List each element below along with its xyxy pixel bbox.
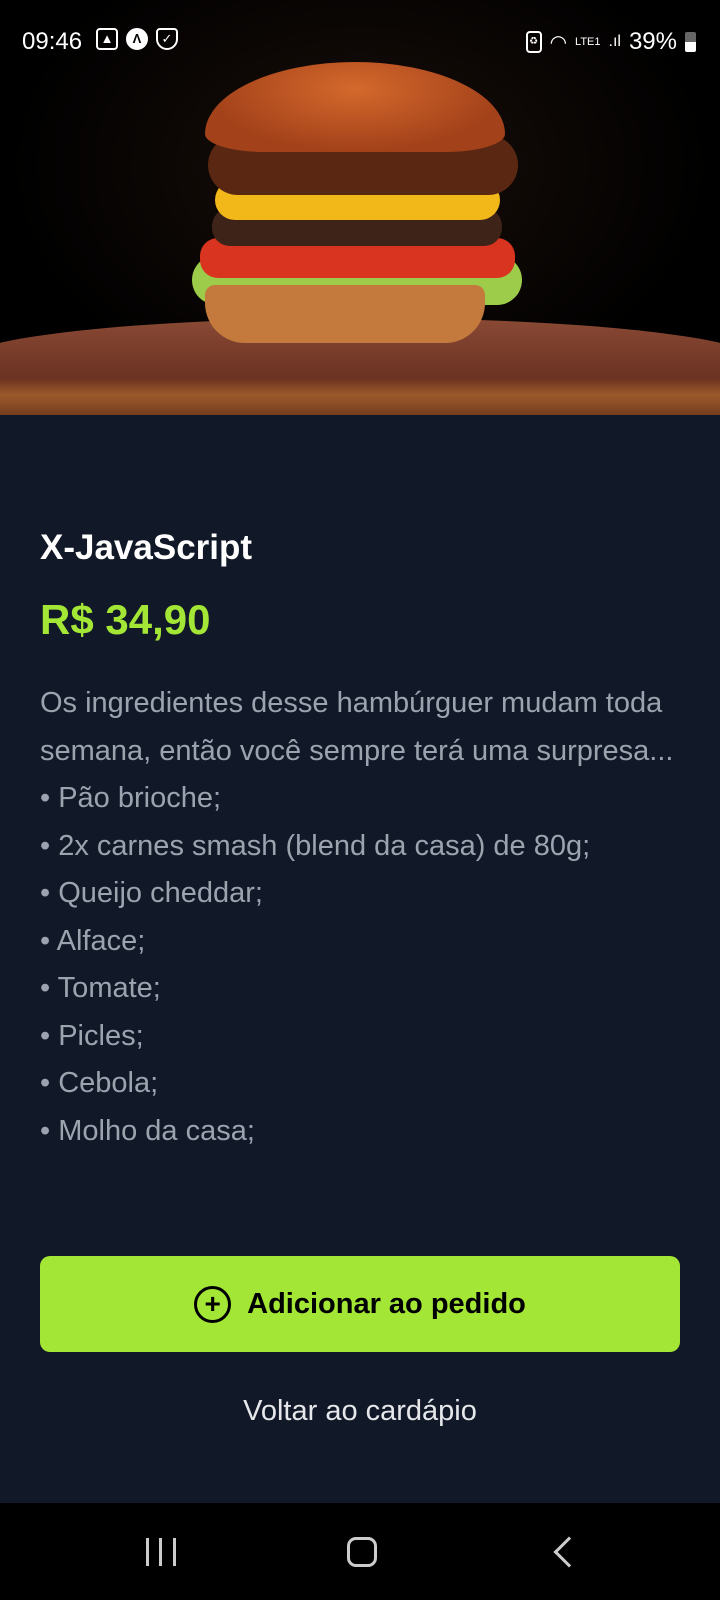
home-icon[interactable] [347, 1537, 377, 1567]
description-text: Os ingredientes desse hambúrguer mudam t… [40, 687, 674, 767]
product-description: Os ingredientes desse hambúrguer mudam t… [40, 680, 680, 1155]
ingredient-item: • Queijo cheddar; [40, 877, 263, 909]
product-name: X-JavaScript [40, 528, 253, 567]
ingredient-item: • Cebola; [40, 1067, 159, 1099]
ingredient-item: • Alface; [40, 924, 146, 957]
ingredient-item: • Molho da casa; [40, 1114, 255, 1147]
back-icon[interactable] [553, 1536, 585, 1568]
ingredient-item: • Pão brioche; [40, 782, 222, 814]
ingredient-item: • Picles; [40, 1019, 144, 1052]
ingredient-item: • 2x carnes smash (blend da casa) de 80g… [40, 829, 591, 862]
app-notification-icon: Λ [126, 28, 148, 50]
wifi-icon: ◠ [549, 31, 568, 54]
battery-icon [685, 32, 696, 52]
recent-apps-icon[interactable] [146, 1538, 176, 1566]
back-to-menu-link[interactable]: Voltar ao cardápio [0, 1395, 720, 1428]
network-label: LTE1 [575, 36, 601, 48]
status-time: 09:46 [22, 28, 83, 55]
system-nav-bar [0, 1503, 720, 1600]
product-price: R$ 34,90 [40, 596, 211, 643]
battery-percent: 39% [628, 28, 677, 55]
shield-icon: ✓ [156, 28, 178, 50]
add-to-order-button[interactable]: + Adicionar ao pedido [40, 1256, 680, 1352]
plus-circle-icon: + [194, 1285, 232, 1323]
status-bar: 09:46 ▲ Λ ✓ ♻ ◠ LTE1 .ıl 39% [0, 0, 720, 80]
ingredient-item: • Tomate; [40, 972, 161, 1004]
gallery-icon: ▲ [96, 28, 118, 50]
battery-saver-icon: ♻ [525, 31, 542, 53]
add-to-order-label: Adicionar ao pedido [247, 1287, 526, 1320]
signal-icon: .ıl [608, 33, 621, 50]
bun-bottom [205, 285, 485, 343]
